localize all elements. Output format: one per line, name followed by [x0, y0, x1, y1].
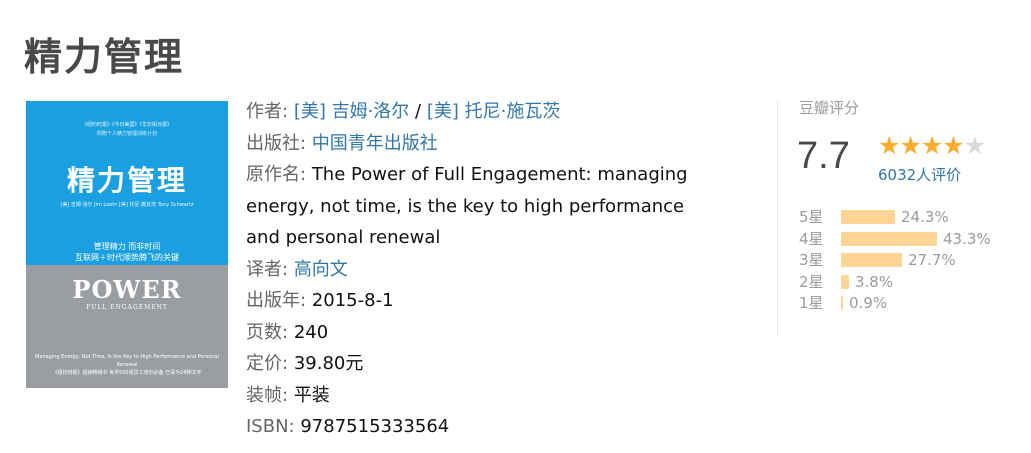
rating-row-percent: 0.9%: [849, 294, 888, 312]
rating-row-label: 5星: [799, 208, 824, 226]
rating-row-bar: [841, 231, 937, 246]
info-row-original-title: 原作名: The Power of Full Engagement: manag…: [246, 159, 716, 254]
rating-row-bar: [841, 296, 843, 310]
book-title: 精力管理: [24, 35, 185, 79]
cover-title: 精力管理: [66, 164, 187, 197]
info-row-pub-year: 出版年: 2015-8-1: [246, 285, 716, 317]
rating-row-bar: [841, 210, 895, 224]
rating-votes-link[interactable]: 6032人评价: [878, 164, 961, 185]
book-cover-image[interactable]: 《纽约时报》《今日美国》《华尔街日报》 附赠个人精力管理训练计划 精力管理 [美…: [26, 101, 228, 388]
cover-english-subtitle: FULL ENGAGEMENT: [86, 304, 168, 311]
cover-english-title: POWER: [72, 275, 182, 304]
info-row-isbn: ISBN: 9787515333564: [246, 411, 716, 443]
cover-top-line-2: 附赠个人精力管理训练计划: [96, 131, 157, 137]
rating-row: 1星 0.9%: [799, 293, 1019, 315]
price-label: 定价:: [246, 353, 289, 374]
info-row-author: 作者: [美] 吉姆·洛尔 / [美] 托尼·施瓦茨: [246, 96, 716, 128]
rating-row-bar: [841, 253, 902, 267]
info-row-binding: 装帧: 平装: [246, 380, 716, 412]
rating-row: 2星 3.8%: [799, 272, 1019, 294]
info-row-pages: 页数: 240: [246, 317, 716, 349]
pages-label: 页数:: [246, 321, 289, 343]
cover-slogan-line-1: 管理精力 而非时间: [93, 242, 161, 251]
cover-slogan: 管理精力 而非时间 互联网＋时代顺势腾飞的关键: [26, 241, 228, 263]
rating-row-percent: 24.3%: [901, 208, 949, 226]
author-separator: /: [409, 101, 427, 122]
cover-slogan-line-2: 互联网＋时代顺势腾飞的关键: [75, 253, 179, 262]
star-filled-icon: ★: [878, 131, 900, 160]
original-title-label: 原作名:: [246, 164, 307, 185]
isbn-value: 9787515333564: [300, 416, 450, 437]
rating-row-percent: 3.8%: [855, 272, 894, 291]
pub-year-label: 出版年:: [246, 290, 307, 311]
star-empty-icon: ★: [963, 131, 986, 160]
translator-label: 译者:: [246, 258, 289, 280]
rating-row: 4星 43.3%: [799, 229, 1019, 251]
book-info: 作者: [美] 吉姆·洛尔 / [美] 托尼·施瓦茨 出版社: 中国青年出版社 …: [246, 96, 716, 443]
star-filled-icon: ★: [899, 131, 921, 160]
rating-divider: [777, 101, 778, 336]
pages-value: 240: [293, 321, 329, 343]
rating-distribution: 5星 24.3% 4星 43.3% 3星 27.7% 2星 3.8% 1星 0.9%: [799, 207, 1019, 315]
cover-bottom-line-2: 《纽约时报》超级畅销书 世界500强员工培训必备 已译为28种文字: [52, 370, 202, 376]
info-row-publisher: 出版社: 中国青年出版社: [246, 128, 716, 160]
rating-row-percent: 27.7%: [908, 251, 956, 269]
rating-row-label: 4星: [799, 229, 824, 248]
cover-bottom-line-1: Managing Energy, Not Time, Is the Key to…: [35, 354, 219, 368]
price-value: 39.80元: [293, 353, 364, 374]
rating-label: 豆瓣评分: [799, 99, 860, 117]
rating-row: 5星 24.3%: [799, 207, 1019, 229]
author-link-1[interactable]: [美] 吉姆·洛尔: [294, 101, 410, 122]
binding-value: 平装: [293, 384, 330, 406]
author-link-2[interactable]: [美] 托尼·施瓦茨: [427, 101, 561, 122]
cover-authors: [美] 吉姆·洛尔 Jim Loehr [美] 托尼·施瓦茨 Tony Schw…: [60, 202, 194, 208]
star-filled-icon: ★: [920, 131, 943, 160]
isbn-label: ISBN:: [246, 416, 295, 437]
info-row-price: 定价: 39.80元: [246, 348, 716, 380]
rating-row-label: 2星: [799, 272, 824, 291]
author-label: 作者:: [246, 101, 289, 122]
rating-row-bar: [841, 274, 849, 289]
publisher-link[interactable]: 中国青年出版社: [312, 133, 438, 154]
rating-stars-icon: ★★★★★: [878, 131, 986, 160]
pub-year-value: 2015-8-1: [311, 290, 394, 311]
rating-row-label: 3星: [799, 251, 824, 269]
info-row-translator: 译者: 高向文: [246, 254, 716, 286]
binding-label: 装帧:: [246, 384, 289, 406]
cover-top-line: 《纽约时报》《今日美国》《华尔街日报》: [81, 122, 172, 128]
translator-link[interactable]: 高向文: [294, 259, 348, 280]
rating-row: 3星 27.7%: [799, 250, 1019, 272]
rating-row-percent: 43.3%: [943, 229, 991, 248]
rating-score: 7.7: [797, 135, 850, 177]
star-filled-icon: ★: [942, 131, 964, 160]
original-title-value: The Power of Full Engagement: managing e…: [246, 164, 688, 248]
publisher-label: 出版社:: [246, 132, 307, 154]
cover-bottom-text: Managing Energy, Not Time, Is the Key to…: [32, 353, 222, 377]
rating-row-label: 1星: [799, 294, 824, 312]
